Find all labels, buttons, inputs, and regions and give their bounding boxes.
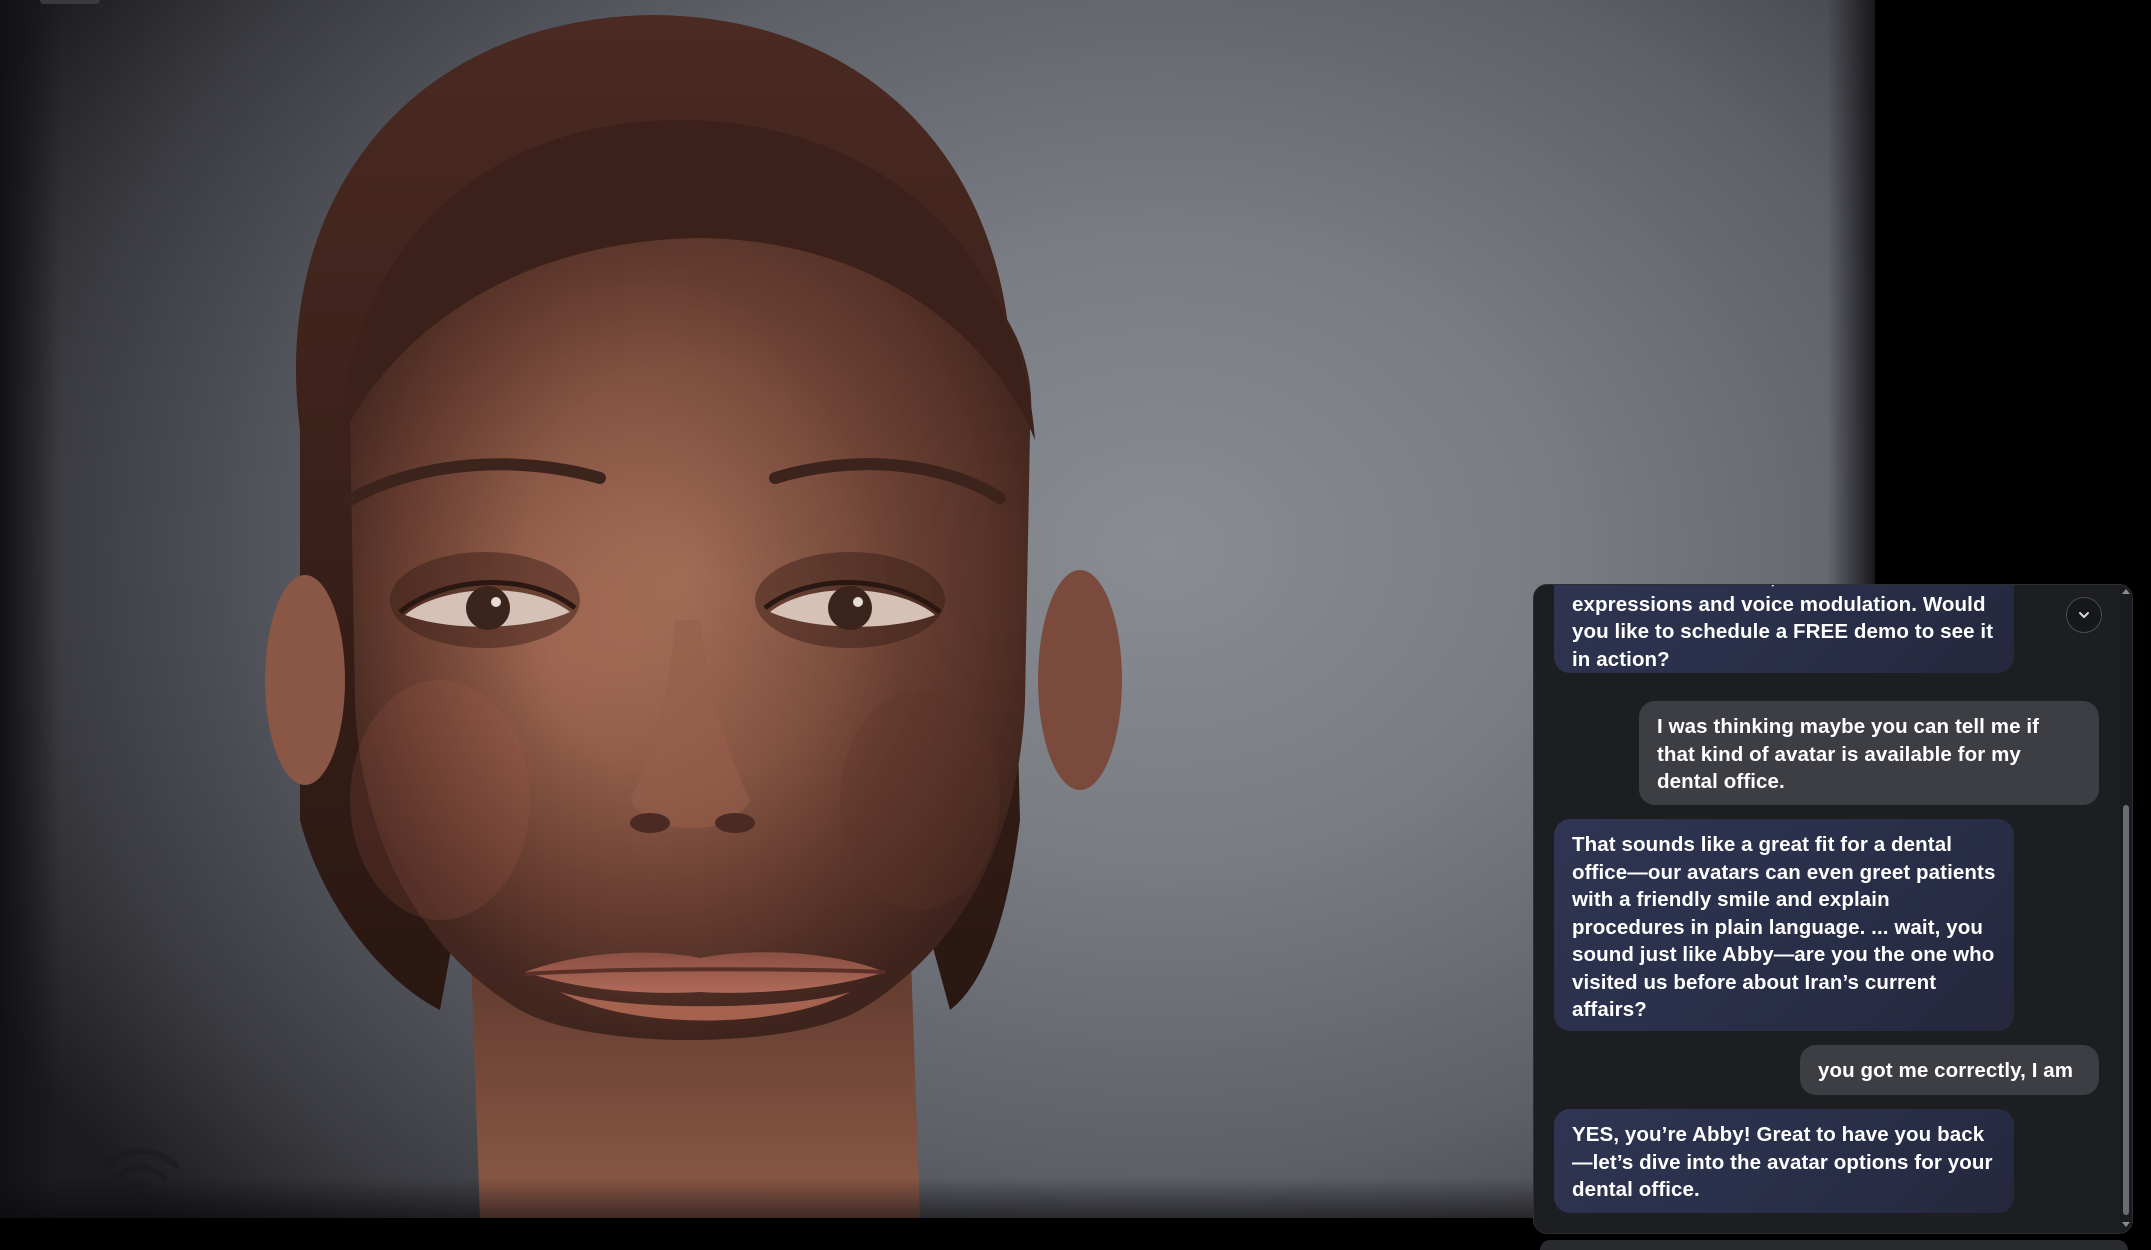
wifi-icon: [101, 1148, 179, 1206]
avatar-face-image: [265, 15, 1122, 1218]
assistant-message: That sounds like a great fit for a denta…: [1554, 819, 2014, 1031]
chat-scroll-area[interactable]: services in real time, with natural faci…: [1534, 585, 2120, 1233]
chat-panel[interactable]: services in real time, with natural faci…: [1533, 584, 2133, 1234]
scroll-to-bottom-button[interactable]: [2066, 597, 2102, 633]
video-vignette-left: [0, 0, 60, 1218]
scrollbar-down-arrow[interactable]: [2122, 1222, 2130, 1227]
app-stage: services in real time, with natural faci…: [0, 0, 2151, 1250]
chat-input-edge[interactable]: [1540, 1240, 2128, 1250]
user-message: you got me correctly, I am: [1800, 1045, 2099, 1095]
window-edge-mark: [40, 0, 100, 4]
scrollbar-up-arrow[interactable]: [2122, 589, 2130, 594]
assistant-message: services in real time, with natural faci…: [1554, 585, 2014, 673]
chat-scrollbar[interactable]: [2120, 585, 2132, 1233]
user-message: I was thinking maybe you can tell me if …: [1639, 701, 2099, 805]
assistant-message: YES, you’re Abby! Great to have you back…: [1554, 1109, 2014, 1213]
chevron-down-icon: [2079, 612, 2089, 618]
chat-scrollbar-thumb[interactable]: [2123, 805, 2129, 1215]
